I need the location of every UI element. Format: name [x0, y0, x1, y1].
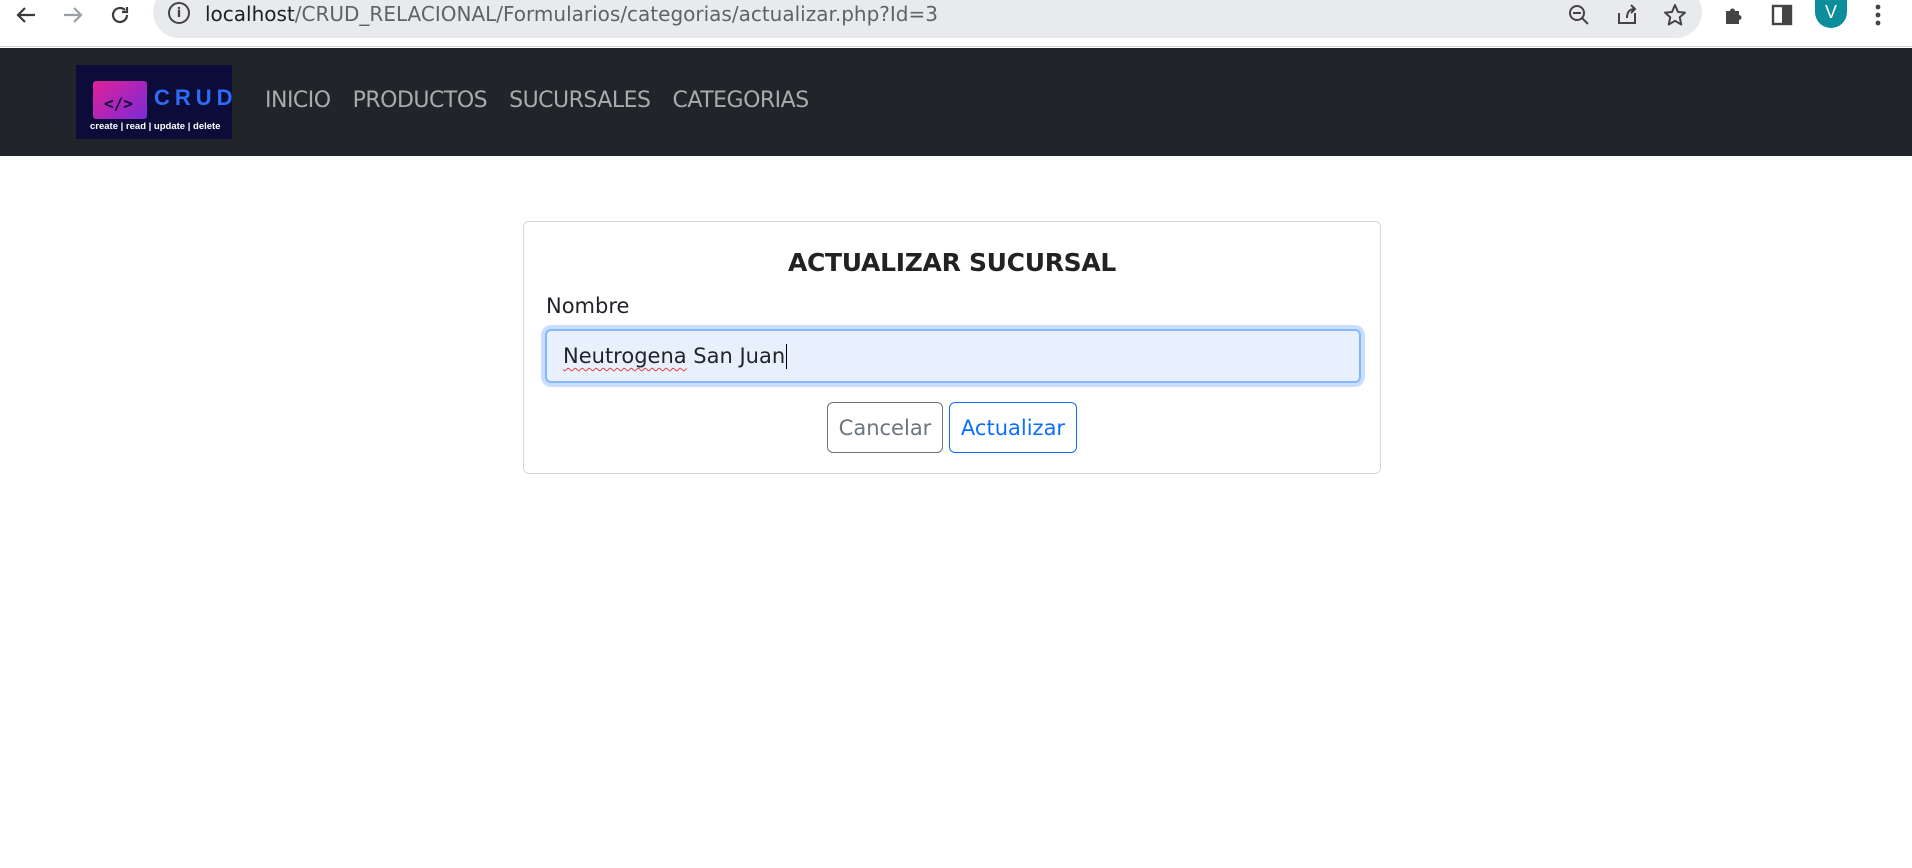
cancel-button[interactable]: Cancelar	[827, 402, 943, 453]
input-value-rest: San Juan	[686, 344, 786, 368]
nombre-input[interactable]: Neutrogena San Juan	[545, 329, 1361, 383]
nav-link-productos[interactable]: PRODUCTOS	[353, 88, 488, 113]
side-panel-icon[interactable]	[1766, 0, 1798, 30]
update-form-card: ACTUALIZAR SUCURSAL Nombre Neutrogena Sa…	[523, 221, 1381, 474]
nav-link-inicio[interactable]: INICIO	[265, 88, 331, 113]
logo-code-symbol: </>	[104, 94, 133, 113]
back-arrow-icon[interactable]	[8, 0, 44, 30]
input-value-misspelled-word: Neutrogena	[563, 344, 687, 368]
site-info-icon[interactable]: i	[168, 2, 190, 24]
crud-logo[interactable]: </> CRUD create | read | update | delete	[76, 65, 232, 139]
text-caret	[786, 343, 788, 369]
url-text[interactable]: localhost/CRUD_RELACIONAL/Formularios/ca…	[205, 2, 938, 26]
nav-link-categorias[interactable]: CATEGORIAS	[672, 88, 809, 113]
extensions-puzzle-icon[interactable]	[1718, 0, 1750, 30]
bookmark-star-icon[interactable]	[1659, 0, 1691, 30]
form-title: ACTUALIZAR SUCURSAL	[787, 248, 1117, 277]
nav-links: INICIO PRODUCTOS SUCURSALES CATEGORIAS	[265, 88, 831, 113]
url-path: /CRUD_RELACIONAL/Formularios/categorias/…	[294, 2, 938, 26]
url-host: localhost	[205, 2, 295, 26]
nav-link-sucursales[interactable]: SUCURSALES	[509, 88, 651, 113]
more-menu-icon[interactable]	[1862, 0, 1894, 30]
logo-title: CRUD	[154, 85, 232, 110]
forward-arrow-icon[interactable]	[55, 0, 91, 30]
site-navbar: </> CRUD create | read | update | delete…	[0, 48, 1912, 156]
browser-toolbar: i localhost/CRUD_RELACIONAL/Formularios/…	[0, 0, 1912, 47]
nombre-label: Nombre	[546, 294, 630, 318]
logo-subtitle: create | read | update | delete	[90, 121, 221, 132]
zoom-out-icon[interactable]	[1563, 0, 1595, 30]
share-icon[interactable]	[1611, 0, 1643, 30]
reload-icon[interactable]	[102, 0, 138, 30]
profile-avatar[interactable]: V	[1815, 0, 1847, 28]
update-button[interactable]: Actualizar	[949, 402, 1077, 453]
